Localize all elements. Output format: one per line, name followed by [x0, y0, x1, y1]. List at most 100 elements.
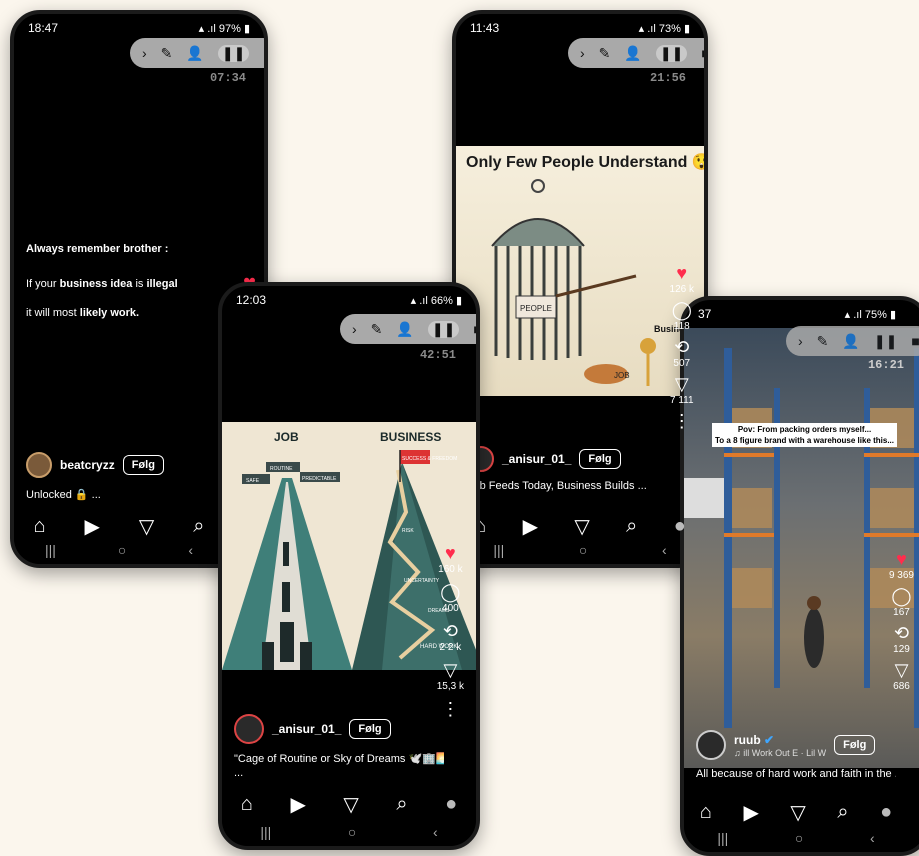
profile-icon[interactable]: ●: [445, 793, 457, 816]
status-bar: 12:03 ▴ .ıl 66% ▮: [222, 286, 476, 314]
battery-status: ▴ .ıl 75% ▮: [844, 308, 896, 321]
repost-icon[interactable]: ⟲: [443, 622, 458, 640]
avatar[interactable]: [26, 452, 52, 478]
pen-icon[interactable]: ✎: [161, 45, 173, 62]
expand-icon[interactable]: ›: [142, 45, 147, 61]
stop-icon[interactable]: ■: [473, 321, 476, 337]
recents-icon[interactable]: |||: [260, 824, 271, 840]
author-row: _anisur_01_ Følg: [234, 714, 391, 744]
phone-screenshot-3: 11:43 ▴ .ıl 73% ▮ › ✎ 👤 ❚❚ ■ 21:56 Only …: [452, 10, 708, 568]
share-icon[interactable]: ▽: [443, 661, 457, 679]
home-icon[interactable]: ⌂: [241, 793, 253, 816]
comment-icon[interactable]: ◯: [891, 587, 911, 605]
stop-icon[interactable]: ■: [911, 333, 919, 349]
caption-line-2: ...: [234, 767, 244, 779]
recording-timer: 16:21: [867, 358, 904, 372]
reels-icon[interactable]: ▶: [290, 792, 305, 817]
cage-image: Only Few People Understand 😲 PEOPLE JOB …: [456, 146, 704, 396]
repost-icon[interactable]: ⟲: [894, 624, 909, 642]
sign-predictable: PREDICTABLE: [302, 476, 337, 482]
share-icon[interactable]: ▽: [895, 661, 909, 679]
caption[interactable]: Job Feeds Today, Business Builds ...: [468, 480, 658, 492]
avatar[interactable]: [696, 730, 726, 760]
home-circle-icon[interactable]: ○: [579, 542, 587, 558]
send-icon[interactable]: ▽: [343, 792, 358, 817]
profile-icon[interactable]: ●: [674, 515, 686, 538]
risk-label: RISK: [402, 528, 414, 534]
repost-count: 129: [893, 644, 910, 655]
home-circle-icon[interactable]: ○: [795, 830, 803, 846]
uncertainty-label: UNCERTAINTY: [404, 578, 440, 584]
caption[interactable]: Unlocked 🔒 ...: [26, 488, 101, 501]
back-icon[interactable]: ‹: [433, 824, 438, 840]
pen-icon[interactable]: ✎: [599, 45, 611, 62]
like-count: 160 k: [438, 564, 463, 575]
expand-icon[interactable]: ›: [580, 45, 585, 61]
back-icon[interactable]: ‹: [188, 542, 193, 558]
like-heart-icon[interactable]: ♥: [445, 544, 456, 562]
status-time: 11:43: [470, 21, 500, 35]
pause-icon[interactable]: ❚❚: [874, 333, 897, 350]
reels-icon[interactable]: ▶: [743, 800, 758, 825]
phone-screenshot-4: 37 ▴ .ıl 75% ▮ Pov: From packing orders …: [680, 296, 919, 856]
pen-icon[interactable]: ✎: [371, 321, 383, 338]
pause-icon[interactable]: ❚❚: [217, 44, 250, 62]
pen-icon[interactable]: ✎: [817, 333, 829, 350]
comment-count: 400: [442, 603, 459, 614]
repost-icon[interactable]: ⟲: [674, 338, 689, 356]
system-nav-bar: ||| ○ ‹: [222, 818, 476, 846]
author-row: ruub ✔ ♫ ill Work Out E · Lil W Følg: [696, 730, 876, 760]
follow-button[interactable]: Følg: [579, 449, 621, 469]
follow-button[interactable]: Følg: [834, 735, 876, 755]
home-circle-icon[interactable]: ○: [118, 542, 126, 558]
like-heart-icon[interactable]: ♥: [896, 550, 907, 568]
stop-icon[interactable]: ■: [263, 45, 264, 61]
home-icon[interactable]: ⌂: [33, 515, 45, 538]
comment-icon[interactable]: ◯: [672, 301, 692, 319]
phone-screenshot-2: 12:03 ▴ .ıl 66% ▮ › ✎ 👤 ❚❚ ■ 42:51 JOB B…: [218, 282, 480, 850]
caption[interactable]: "Cage of Routine or Sky of Dreams 🕊️🏢🌅 .…: [234, 752, 444, 780]
recents-icon[interactable]: |||: [493, 542, 504, 558]
expand-icon[interactable]: ›: [798, 333, 803, 349]
battery-status: ▴ .ıl 97% ▮: [198, 22, 250, 35]
search-icon[interactable]: ⌕: [626, 515, 637, 538]
back-icon[interactable]: ‹: [870, 830, 875, 846]
follow-button[interactable]: Følg: [349, 719, 391, 739]
profile-icon[interactable]: ●: [880, 801, 892, 824]
pause-icon[interactable]: ❚❚: [655, 44, 688, 62]
username[interactable]: _anisur_01_: [272, 722, 341, 736]
search-icon[interactable]: ⌕: [193, 515, 204, 538]
comment-icon[interactable]: ◯: [440, 583, 460, 601]
like-heart-icon[interactable]: ♥: [676, 264, 687, 282]
recents-icon[interactable]: |||: [717, 830, 728, 846]
back-icon[interactable]: ‹: [662, 542, 667, 558]
avatar[interactable]: [234, 714, 264, 744]
username[interactable]: beatcryzz: [60, 458, 115, 472]
more-icon[interactable]: ⋮: [673, 412, 691, 430]
search-icon[interactable]: ⌕: [837, 801, 848, 824]
username[interactable]: _anisur_01_: [502, 452, 571, 466]
person-icon[interactable]: 👤: [396, 321, 413, 338]
home-circle-icon[interactable]: ○: [348, 824, 356, 840]
search-icon[interactable]: ⌕: [396, 793, 407, 816]
person-icon[interactable]: 👤: [624, 45, 641, 62]
status-time: 18:47: [28, 21, 59, 35]
share-icon[interactable]: ▽: [675, 375, 689, 393]
reel-text: Always remember brother : If your busine…: [26, 235, 178, 328]
system-nav-bar: ||| ○ ‹: [456, 536, 704, 564]
follow-button[interactable]: Følg: [122, 455, 164, 475]
username[interactable]: ruub ✔: [734, 733, 826, 747]
action-column: ♥ 160 k ◯ 400 ⟲ 2 2 k ▽ 15,3 k ⋮: [437, 544, 464, 718]
caption-line-1: "Cage of Routine or Sky of Dreams 🕊️🏢🌅: [234, 753, 444, 765]
person-icon[interactable]: 👤: [842, 333, 859, 350]
home-icon[interactable]: ⌂: [700, 801, 712, 824]
recents-icon[interactable]: |||: [45, 542, 56, 558]
pause-icon[interactable]: ❚❚: [427, 320, 460, 338]
send-icon[interactable]: ▽: [790, 800, 805, 825]
stop-icon[interactable]: ■: [701, 45, 704, 61]
caption[interactable]: All because of hard work and faith in th…: [696, 768, 896, 780]
person-icon[interactable]: 👤: [186, 45, 203, 62]
music-track[interactable]: ♫ ill Work Out E · Lil W: [734, 748, 826, 758]
expand-icon[interactable]: ›: [352, 321, 357, 337]
more-icon[interactable]: ⋮: [441, 700, 459, 718]
